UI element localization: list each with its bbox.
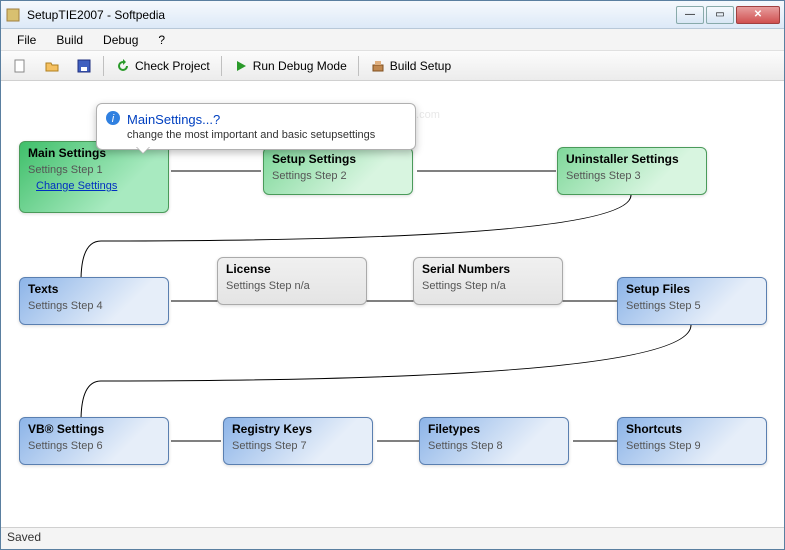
- toolbar-separator: [103, 56, 104, 76]
- node-subtitle: Settings Step 4: [28, 300, 160, 312]
- tooltip: i MainSettings...? change the most impor…: [96, 103, 416, 150]
- save-icon: [76, 58, 92, 74]
- window-controls: — ▭ ✕: [676, 6, 780, 24]
- node-subtitle: Settings Step n/a: [226, 280, 358, 292]
- close-button[interactable]: ✕: [736, 6, 780, 24]
- app-window: SetupTIE2007 - Softpedia — ▭ ✕ File Buil…: [0, 0, 785, 550]
- new-button[interactable]: [5, 54, 35, 78]
- app-icon: [5, 7, 21, 23]
- play-icon: [233, 58, 249, 74]
- new-file-icon: [12, 58, 28, 74]
- node-texts[interactable]: Texts Settings Step 4: [19, 277, 169, 325]
- node-title: Setup Files: [626, 282, 758, 296]
- menu-debug[interactable]: Debug: [93, 31, 148, 49]
- titlebar: SetupTIE2007 - Softpedia — ▭ ✕: [1, 1, 784, 29]
- node-uninstaller-settings[interactable]: Uninstaller Settings Settings Step 3: [557, 147, 707, 195]
- node-serial-numbers[interactable]: Serial Numbers Settings Step n/a: [413, 257, 563, 305]
- node-subtitle: Settings Step 3: [566, 170, 698, 182]
- node-title: VB® Settings: [28, 422, 160, 436]
- toolbar-separator: [221, 56, 222, 76]
- info-icon: i: [105, 110, 121, 129]
- menu-build[interactable]: Build: [46, 31, 93, 49]
- menubar: File Build Debug ?: [1, 29, 784, 51]
- build-icon: [370, 58, 386, 74]
- toolbar-separator: [358, 56, 359, 76]
- refresh-icon: [115, 58, 131, 74]
- node-subtitle: Settings Step 6: [28, 440, 160, 452]
- node-title: Serial Numbers: [422, 262, 554, 276]
- node-registry-keys[interactable]: Registry Keys Settings Step 7: [223, 417, 373, 465]
- node-title: Registry Keys: [232, 422, 364, 436]
- node-setup-files[interactable]: Setup Files Settings Step 5: [617, 277, 767, 325]
- node-vb-settings[interactable]: VB® Settings Settings Step 6: [19, 417, 169, 465]
- status-text: Saved: [7, 530, 41, 544]
- run-debug-label: Run Debug Mode: [253, 59, 347, 73]
- maximize-button[interactable]: ▭: [706, 6, 734, 24]
- node-title: Filetypes: [428, 422, 560, 436]
- menu-file[interactable]: File: [7, 31, 46, 49]
- workflow-canvas: www.softpedia.com Main Settings Settings…: [1, 81, 784, 527]
- save-button[interactable]: [69, 54, 99, 78]
- node-title: License: [226, 262, 358, 276]
- statusbar: Saved: [1, 527, 784, 549]
- node-subtitle: Settings Step 7: [232, 440, 364, 452]
- node-title: Setup Settings: [272, 152, 404, 166]
- minimize-button[interactable]: —: [676, 6, 704, 24]
- toolbar: Check Project Run Debug Mode Build Setup: [1, 51, 784, 81]
- node-title: Texts: [28, 282, 160, 296]
- check-project-label: Check Project: [135, 59, 210, 73]
- node-subtitle: Settings Step 2: [272, 170, 404, 182]
- node-license[interactable]: License Settings Step n/a: [217, 257, 367, 305]
- tooltip-title: MainSettings...?: [127, 112, 220, 127]
- node-subtitle: Settings Step 8: [428, 440, 560, 452]
- node-title: Shortcuts: [626, 422, 758, 436]
- folder-open-icon: [44, 58, 60, 74]
- open-button[interactable]: [37, 54, 67, 78]
- build-setup-button[interactable]: Build Setup: [363, 54, 458, 78]
- run-debug-button[interactable]: Run Debug Mode: [226, 54, 354, 78]
- node-filetypes[interactable]: Filetypes Settings Step 8: [419, 417, 569, 465]
- node-subtitle: Settings Step n/a: [422, 280, 554, 292]
- node-subtitle: Settings Step 5: [626, 300, 758, 312]
- node-subtitle: Settings Step 9: [626, 440, 758, 452]
- tooltip-body: change the most important and basic setu…: [127, 129, 405, 141]
- build-setup-label: Build Setup: [390, 59, 451, 73]
- window-title: SetupTIE2007 - Softpedia: [27, 8, 676, 22]
- node-shortcuts[interactable]: Shortcuts Settings Step 9: [617, 417, 767, 465]
- node-setup-settings[interactable]: Setup Settings Settings Step 2: [263, 147, 413, 195]
- check-project-button[interactable]: Check Project: [108, 54, 217, 78]
- node-title: Uninstaller Settings: [566, 152, 698, 166]
- menu-help[interactable]: ?: [148, 31, 175, 49]
- change-settings-link[interactable]: Change Settings: [36, 180, 160, 192]
- node-subtitle: Settings Step 1: [28, 164, 160, 176]
